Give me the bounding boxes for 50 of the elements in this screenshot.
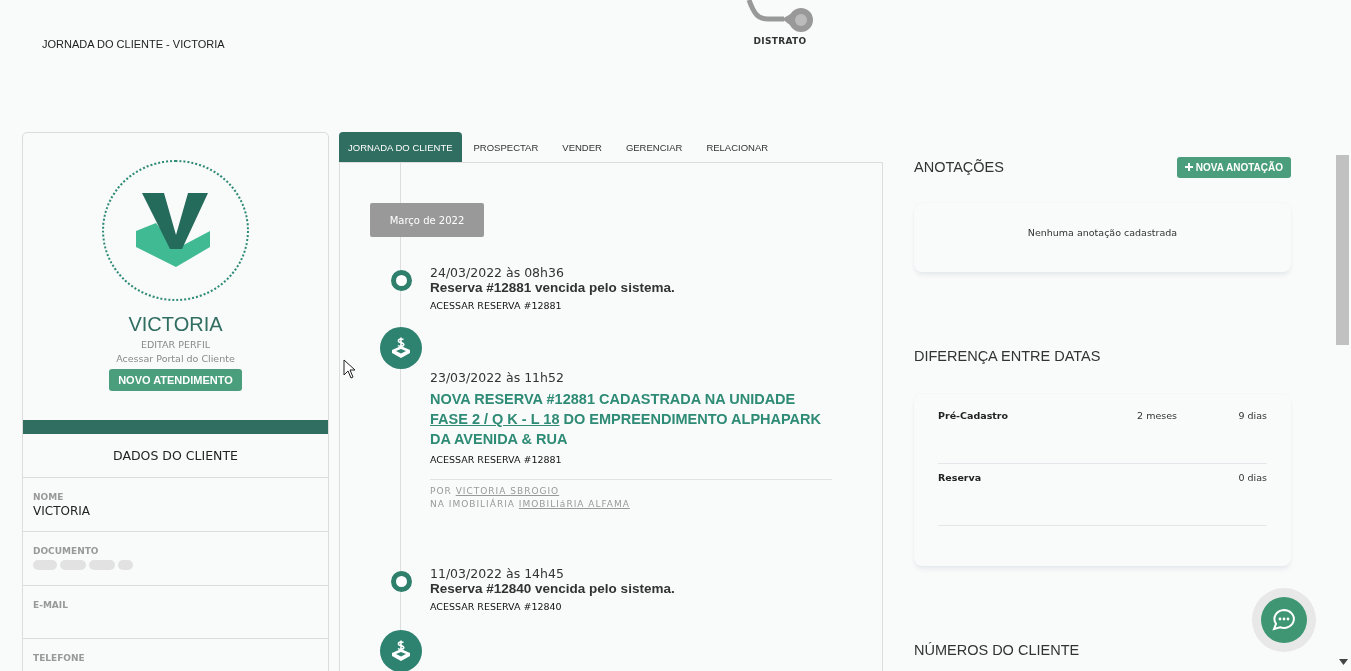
plus-icon bbox=[1184, 163, 1193, 171]
reservation-link[interactable]: ACESSAR RESERVA #12840 bbox=[430, 601, 562, 612]
new-service-button[interactable]: NOVO ATENDIMENTO bbox=[109, 368, 242, 391]
month-label: Março de 2022 bbox=[370, 203, 484, 237]
empty-message: Nenhuma anotação cadastrada bbox=[1026, 226, 1179, 240]
event-date: 23/03/2022 às 11h52 bbox=[430, 371, 565, 385]
section-heading: NÚMEROS DO CLIENTE bbox=[914, 642, 1080, 658]
chat-bubble-icon bbox=[1261, 597, 1307, 643]
event-title: NOVA RESERVA #12881 CADASTRADA NA UNIDADE FASE 2 / Q K - L 18 DO EMPREENDIMENTO ALPHAPARK DA AVENIDA & RUA bbox=[430, 390, 823, 449]
field-label: DOCUMENTO bbox=[33, 545, 100, 556]
days-value: 9 dias bbox=[1238, 410, 1267, 421]
money-box-icon bbox=[389, 336, 413, 360]
edit-profile-link[interactable]: EDITAR PERFIL bbox=[140, 338, 211, 350]
portal-link[interactable]: Acessar Portal do Cliente bbox=[116, 352, 235, 364]
reservation-link[interactable]: ACESSAR RESERVA #12881 bbox=[430, 454, 562, 465]
field-value: VICTORIA bbox=[33, 504, 91, 519]
tab[interactable]: VENDER bbox=[550, 132, 614, 162]
field-label: E-MAIL bbox=[33, 599, 69, 610]
timeline-dot bbox=[390, 270, 412, 291]
event-date: 11/03/2022 às 14h45 bbox=[430, 567, 565, 581]
event-title: Reserva #12881 vencida pelo sistema. bbox=[430, 280, 676, 295]
timeline-dot bbox=[390, 571, 412, 592]
event-title: Reserva #12840 vencida pelo sistema. bbox=[430, 581, 676, 596]
cursor-icon bbox=[343, 359, 356, 379]
section-title: DADOS DO CLIENTE bbox=[23, 434, 328, 479]
tab[interactable]: GERENCIAR bbox=[613, 132, 695, 162]
new-note-button[interactable]: NOVA ANOTAÇÃO bbox=[1176, 156, 1291, 178]
days-value: 0 dias bbox=[1238, 472, 1267, 483]
section-heading: ANOTAÇÕES bbox=[914, 159, 1004, 175]
scrollbar-thumb[interactable] bbox=[1336, 155, 1349, 345]
stage-label: DISTRATO bbox=[753, 36, 807, 46]
client-name: VICTORIA bbox=[128, 312, 223, 336]
field-label: TELEFONE bbox=[33, 653, 86, 664]
money-box-icon bbox=[389, 639, 413, 663]
stage-name: Pré-Cadastro bbox=[938, 410, 1010, 423]
page-title: JORNADA DO CLIENTE - VICTORIA bbox=[42, 38, 225, 50]
stage-pin-icon bbox=[744, 0, 816, 33]
unit-link[interactable]: FASE 2 / Q K - L 18 bbox=[430, 411, 560, 427]
reservation-link[interactable]: ACESSAR RESERVA #12881 bbox=[430, 300, 562, 311]
scroll-down-icon[interactable] bbox=[1339, 659, 1348, 665]
months-value: 2 meses bbox=[1137, 410, 1177, 421]
tab[interactable]: RELACIONAR bbox=[694, 132, 781, 162]
section-heading: DIFERENÇA ENTRE DATAS bbox=[914, 348, 1101, 364]
event-date: 24/03/2022 às 08h36 bbox=[430, 266, 565, 280]
author-label: POR bbox=[430, 486, 452, 496]
stage-name: Reserva bbox=[938, 472, 983, 485]
tab[interactable]: PROSPECTAR bbox=[461, 132, 551, 162]
field-label: NOME bbox=[33, 492, 65, 503]
agency-label: NA IMOBILIÁRIA bbox=[430, 499, 515, 509]
tab[interactable]: JORNADA DO CLIENTE bbox=[339, 132, 462, 162]
